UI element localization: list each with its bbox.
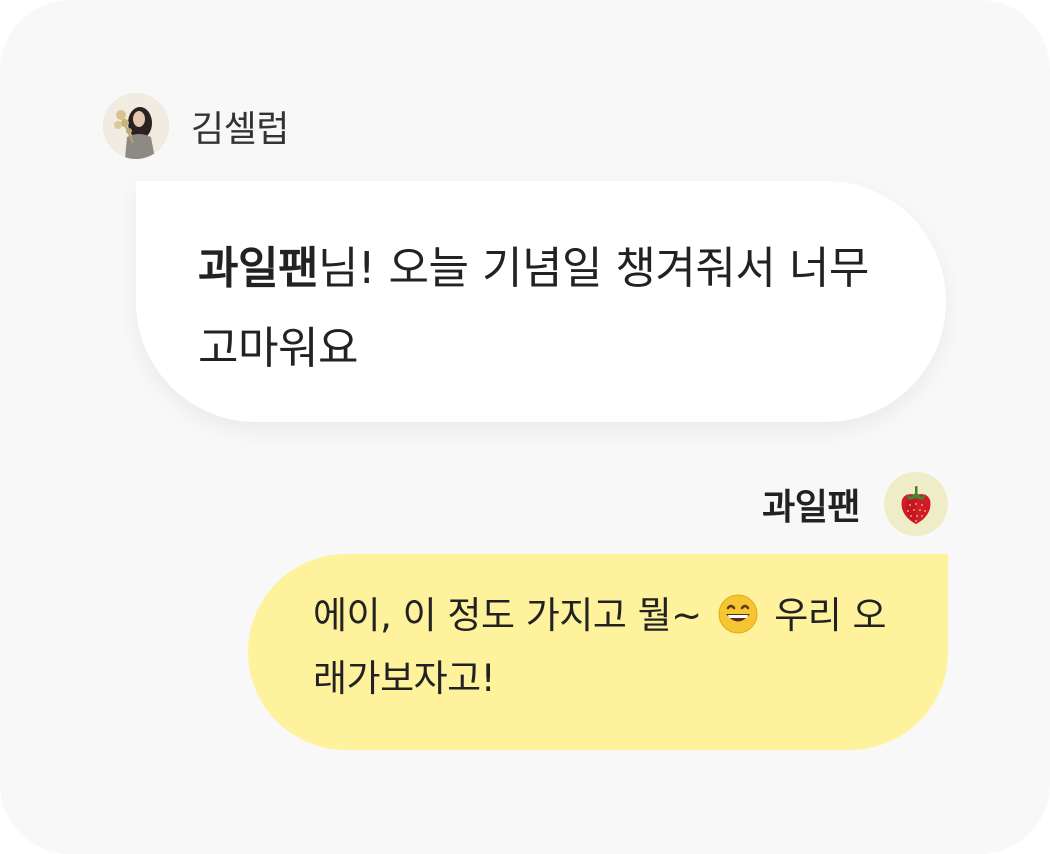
incoming-sender-name: 김셀럽: [191, 108, 289, 150]
incoming-sender-row: 김셀럽: [103, 92, 289, 159]
strawberry-icon: [901, 486, 931, 524]
person-photo-icon: [103, 92, 169, 159]
celebrity-avatar[interactable]: [103, 92, 169, 159]
outgoing-message-part1: 에이, 이 정도 가지고 뭘~: [313, 594, 713, 637]
fan-avatar[interactable]: [884, 472, 948, 536]
outgoing-message-bubble: 에이, 이 정도 가지고 뭘~ 우리 오래가보자고!: [248, 554, 948, 750]
outgoing-sender-name: 과일팬: [762, 487, 860, 528]
incoming-message-highlight: 과일팬: [198, 243, 318, 294]
chat-card: 김셀럽 과일팬님! 오늘 기념일 챙겨줘서 너무 고마워요 과일팬 에이, 이 …: [0, 0, 1050, 854]
grinning-face-icon: [718, 594, 758, 634]
outgoing-sender-row: 과일팬: [762, 472, 948, 536]
incoming-message-bubble: 과일팬님! 오늘 기념일 챙겨줘서 너무 고마워요: [136, 181, 946, 422]
